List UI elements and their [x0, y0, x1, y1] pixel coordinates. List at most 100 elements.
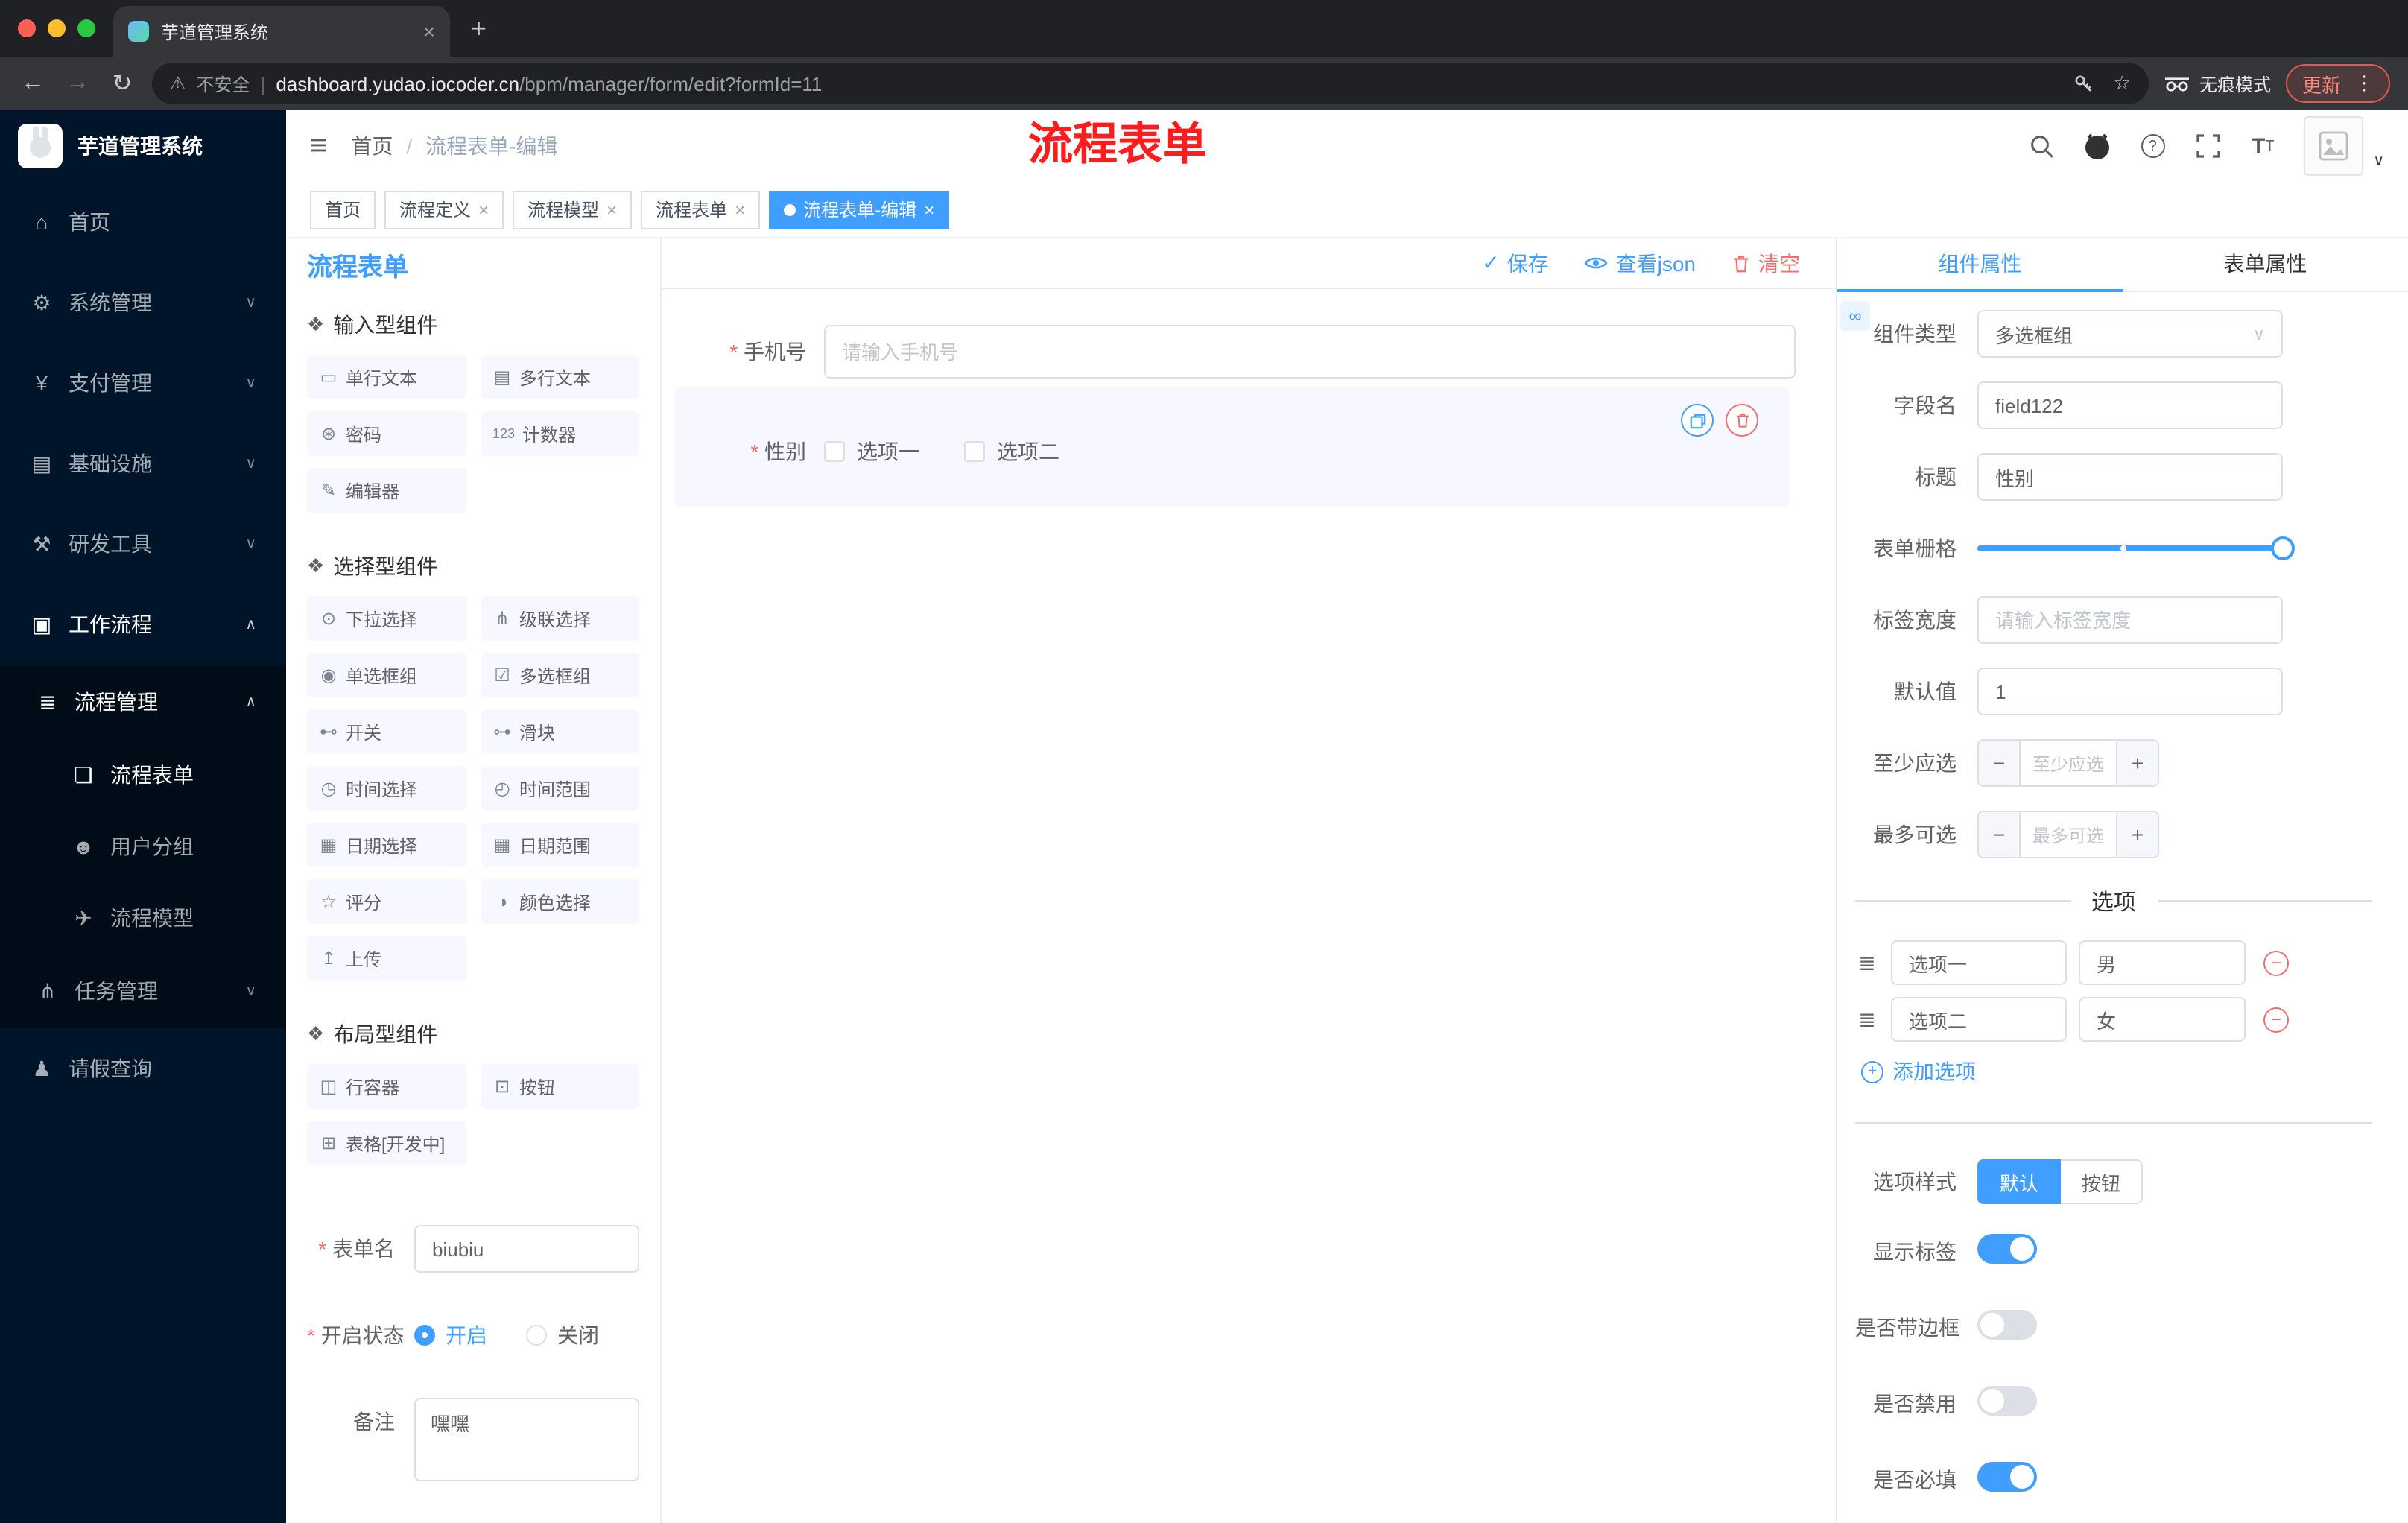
slider-handle[interactable]	[2271, 536, 2295, 560]
tag-process-definition[interactable]: 流程定义 ×	[384, 190, 504, 229]
fullscreen-icon[interactable]	[2193, 131, 2222, 161]
sidebar-item-leave-query[interactable]: ♟ 请假查询	[0, 1028, 286, 1109]
breadcrumb-home[interactable]: 首页	[351, 131, 393, 161]
font-size-icon[interactable]: TT	[2248, 131, 2278, 161]
sidebar-item-user-group[interactable]: ☻ 用户分组	[0, 811, 286, 882]
palette-item-date-picker[interactable]: ▦ 日期选择	[307, 823, 466, 867]
close-icon[interactable]: ×	[606, 199, 617, 220]
sidebar-item-workflow[interactable]: ▣ 工作流程 ∧	[0, 584, 286, 665]
tab-form-props[interactable]: 表单属性	[2123, 238, 2408, 292]
palette-item-single-line-text[interactable]: ▭ 单行文本	[307, 355, 466, 399]
clear-button[interactable]: 清空	[1731, 248, 1800, 278]
drag-handle-icon[interactable]: ≣	[1855, 1007, 1879, 1032]
component-type-select[interactable]: 多选框组 ∨	[1977, 310, 2283, 358]
sidebar-item-devtools[interactable]: ⚒ 研发工具 ∨	[0, 504, 286, 584]
zoom-window-button[interactable]	[77, 19, 95, 37]
tag-process-model[interactable]: 流程模型 ×	[513, 190, 633, 229]
palette-item-time-picker[interactable]: ◷ 时间选择	[307, 766, 466, 811]
tab-component-props[interactable]: 组件属性	[1837, 238, 2123, 292]
new-tab-button[interactable]: +	[471, 13, 487, 44]
copy-field-button[interactable]	[1681, 404, 1714, 437]
tag-home[interactable]: 首页	[310, 190, 376, 229]
title-input[interactable]	[1977, 453, 2283, 501]
delete-field-button[interactable]	[1726, 404, 1758, 437]
avatar[interactable]	[2303, 116, 2363, 176]
back-button[interactable]: ←	[18, 70, 48, 97]
close-window-button[interactable]	[18, 19, 36, 37]
sidebar-item-process-form[interactable]: ❏ 流程表单	[0, 739, 286, 811]
browser-tab[interactable]: 芋道管理系统 ×	[113, 6, 450, 57]
password-key-icon[interactable]	[2073, 73, 2094, 94]
palette-item-cascader[interactable]: ⋔ 级联选择	[481, 596, 639, 641]
sidebar-item-home[interactable]: ⌂ 首页	[0, 182, 286, 262]
reload-button[interactable]: ↻	[107, 69, 137, 98]
option-value-input[interactable]	[2079, 940, 2246, 985]
tag-process-form[interactable]: 流程表单 ×	[641, 190, 761, 229]
palette-item-time-range[interactable]: ◴ 时间范围	[481, 766, 639, 811]
checkbox-option-1[interactable]: 选项一	[824, 437, 919, 466]
palette-item-button[interactable]: ⊡ 按钮	[481, 1064, 639, 1109]
field-name-input[interactable]	[1977, 381, 2283, 429]
help-icon[interactable]: ?	[2138, 131, 2167, 161]
palette-item-radio-group[interactable]: ◉ 单选框组	[307, 653, 466, 697]
checkbox-icon[interactable]	[964, 441, 985, 462]
remove-option-icon[interactable]: −	[2263, 950, 2289, 975]
sidebar-item-process-model[interactable]: ✈ 流程模型	[0, 882, 286, 954]
max-select-value[interactable]: 最多可选	[2021, 812, 2116, 857]
field-phone[interactable]: 手机号	[674, 325, 1796, 379]
save-button[interactable]: ✓ 保存	[1482, 248, 1548, 278]
palette-item-table[interactable]: ⊞ 表格[开发中]	[307, 1121, 466, 1165]
status-radio-off[interactable]: 关闭	[526, 1320, 599, 1350]
remark-textarea[interactable]: 嘿嘿	[414, 1398, 639, 1481]
remove-option-icon[interactable]: −	[2263, 1007, 2289, 1032]
palette-item-password[interactable]: ⊛ 密码	[307, 411, 466, 456]
update-button[interactable]: 更新 ⋮	[2285, 64, 2390, 103]
disabled-switch[interactable]	[1977, 1386, 2037, 1416]
palette-item-switch[interactable]: ⊷ 开关	[307, 709, 466, 754]
palette-item-counter[interactable]: 123 计数器	[481, 411, 639, 456]
minimize-window-button[interactable]	[48, 19, 66, 37]
palette-item-textarea[interactable]: ▤ 多行文本	[481, 355, 639, 399]
browser-menu-icon[interactable]: ⋮	[2354, 72, 2374, 95]
close-icon[interactable]: ×	[924, 199, 934, 220]
increase-button[interactable]: +	[2116, 741, 2158, 785]
add-option-button[interactable]: + 添加选项	[1861, 1057, 2372, 1086]
option-value-input[interactable]	[2079, 997, 2246, 1042]
palette-item-checkbox-group[interactable]: ☑ 多选框组	[481, 653, 639, 697]
required-switch[interactable]	[1977, 1462, 2037, 1492]
phone-input[interactable]	[824, 325, 1796, 379]
caret-down-icon[interactable]: ∨	[2373, 153, 2384, 170]
github-icon[interactable]	[2082, 131, 2112, 161]
sidebar-item-task-management[interactable]: ⋔ 任务管理 ∨	[0, 954, 286, 1028]
option-name-input[interactable]	[1891, 997, 2067, 1042]
with-border-switch[interactable]	[1977, 1310, 2037, 1340]
style-button-button[interactable]: 按钮	[2061, 1159, 2144, 1204]
min-select-value[interactable]: 至少应选	[2021, 741, 2116, 785]
collapse-sidebar-icon[interactable]: ≡	[310, 129, 327, 163]
decrease-button[interactable]: −	[1979, 812, 2021, 857]
sidebar-item-payment[interactable]: ¥ 支付管理 ∨	[0, 343, 286, 423]
decrease-button[interactable]: −	[1979, 741, 2021, 785]
form-name-input[interactable]	[414, 1225, 639, 1273]
sidebar-item-infrastructure[interactable]: ▤ 基础设施 ∨	[0, 423, 286, 504]
checkbox-option-2[interactable]: 选项二	[964, 437, 1059, 466]
sidebar-item-system[interactable]: ⚙ 系统管理 ∨	[0, 262, 286, 343]
slider-track[interactable]	[1977, 536, 2295, 560]
search-icon[interactable]	[2027, 131, 2057, 161]
palette-item-rate[interactable]: ☆ 评分	[307, 879, 466, 924]
forward-button[interactable]: →	[63, 70, 92, 97]
drag-handle-icon[interactable]: ≣	[1855, 950, 1879, 975]
style-default-button[interactable]: 默认	[1977, 1159, 2062, 1204]
status-radio-on[interactable]: 开启	[414, 1320, 487, 1350]
sidebar-item-process-management[interactable]: ≣ 流程管理 ∧	[0, 665, 286, 739]
selected-field-gender[interactable]: 性别 选项一 选项二	[674, 387, 1790, 507]
tab-close-icon[interactable]: ×	[423, 19, 435, 43]
window-controls[interactable]	[0, 19, 113, 37]
palette-item-select[interactable]: ⊙ 下拉选择	[307, 596, 466, 641]
palette-item-row-container[interactable]: ◫ 行容器	[307, 1064, 466, 1109]
bookmark-star-icon[interactable]: ☆	[2114, 72, 2131, 95]
palette-item-upload[interactable]: ↥ 上传	[307, 936, 466, 981]
tag-process-form-edit[interactable]: 流程表单-编辑 ×	[769, 190, 950, 229]
view-json-button[interactable]: 查看json	[1584, 248, 1696, 278]
default-value-input[interactable]	[1977, 668, 2283, 715]
